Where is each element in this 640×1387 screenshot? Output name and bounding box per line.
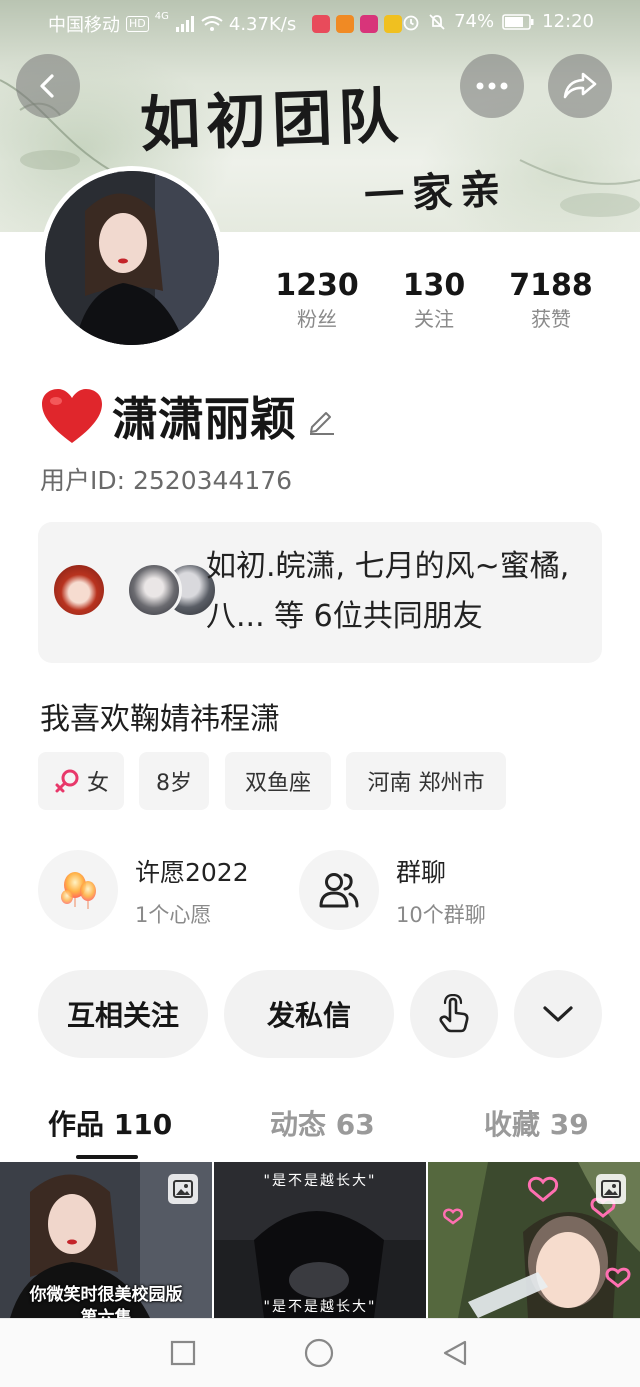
avatar[interactable] — [40, 166, 224, 350]
mutual-friends-text: 如初.皖潇, 七月的风~蜜橘, 八... 等 6位共同朋友 — [206, 549, 570, 634]
app-notification-icon — [360, 15, 379, 33]
followers-label: 粉丝 — [297, 307, 337, 331]
wifi-icon — [201, 16, 223, 31]
group-chat-entry-subtitle: 10个群聊 — [396, 903, 486, 927]
app-notification-icon — [336, 15, 355, 33]
network-speed: 4.37K/s — [228, 13, 297, 35]
female-icon — [55, 769, 79, 793]
grid-item[interactable]: 你微笑时很美校园版 第六集 — [0, 1162, 212, 1318]
tag-location-label: 河南 郑州市 — [367, 771, 485, 796]
mute-icon — [429, 13, 445, 30]
battery-percent: 74% — [454, 11, 495, 32]
group-chat-entry-icon[interactable] — [299, 850, 379, 930]
following-label: 关注 — [414, 307, 454, 331]
sky-lantern-icon — [61, 872, 96, 909]
tab-active-indicator — [76, 1155, 138, 1159]
grid-item[interactable] — [428, 1162, 640, 1318]
mutual-friends-card[interactable]: 如初.皖潇, 七月的风~蜜橘, 八... 等 6位共同朋友 — [38, 522, 602, 663]
image-type-badge — [596, 1174, 626, 1204]
following-count: 130 — [402, 268, 466, 303]
hd-badge: HD — [126, 16, 149, 32]
grid-caption: 第六集 — [80, 1308, 132, 1318]
app-notification-icon — [312, 15, 331, 33]
signal-icon — [175, 16, 194, 32]
tag-age-label: 8岁 — [156, 771, 192, 796]
grid-caption: "是不是越长大" — [263, 1173, 377, 1189]
wish-entry-subtitle: 1个心愿 — [135, 903, 212, 927]
send-message-button[interactable]: 发私信 — [224, 970, 394, 1058]
network-label: 4G — [154, 11, 169, 22]
share-button[interactable] — [548, 54, 612, 118]
stat-following[interactable]: 130 关注 — [379, 268, 489, 334]
mutual-follow-label: 互相关注 — [66, 999, 179, 1032]
battery-icon — [502, 13, 534, 30]
tag-constellation-label: 双鱼座 — [244, 771, 311, 796]
profile-name: 潇潇丽颖 — [112, 392, 296, 446]
tab-favorites[interactable]: 收藏 39 — [484, 1103, 589, 1143]
tab-moments[interactable]: 动态 63 — [270, 1103, 375, 1143]
grid-caption: "是不是越长大" — [263, 1299, 377, 1315]
more-dots-icon — [476, 82, 508, 90]
profile-bio: 我喜欢鞠婧祎程潇 — [40, 702, 280, 737]
tap-finger-icon — [439, 994, 469, 1033]
followers-count: 1230 — [275, 268, 359, 303]
friend-avatar — [51, 562, 107, 618]
poke-button[interactable] — [410, 970, 498, 1058]
home-icon[interactable] — [304, 1338, 334, 1368]
avatar-image — [45, 171, 219, 345]
send-message-label: 发私信 — [266, 999, 351, 1032]
back-triangle-icon[interactable] — [441, 1339, 469, 1367]
banner-title: 如初团队 — [139, 81, 406, 161]
chevron-down-icon — [543, 1006, 573, 1022]
image-icon — [173, 1180, 193, 1198]
tag-age: 8岁 — [139, 752, 209, 810]
group-chat-entry-title[interactable]: 群聊 — [396, 853, 446, 889]
tag-location: 河南 郑州市 — [346, 752, 506, 810]
recent-apps-icon[interactable] — [170, 1340, 196, 1366]
profile-name-row: 潇潇丽颖 — [40, 383, 336, 449]
image-type-badge — [168, 1174, 198, 1204]
tab-works[interactable]: 作品 110 — [48, 1103, 172, 1143]
friend-avatar — [126, 562, 182, 618]
status-bar: 中国移动 HD 4G 4.37K/s 74% 12:20 — [0, 0, 640, 44]
stat-followers[interactable]: 1230 粉丝 — [262, 268, 372, 334]
group-users-icon — [319, 873, 359, 908]
grid-caption: 你微笑时很美校园版 — [29, 1285, 183, 1305]
likes-label: 获赞 — [531, 307, 571, 331]
system-nav-bar — [0, 1318, 640, 1387]
back-button[interactable] — [16, 54, 80, 118]
user-id: 用户ID: 2520344176 — [40, 466, 293, 495]
alarm-icon — [403, 15, 419, 30]
tag-constellation: 双鱼座 — [225, 752, 331, 810]
more-button[interactable] — [460, 54, 524, 118]
mutual-follow-button[interactable]: 互相关注 — [38, 970, 208, 1058]
image-icon — [601, 1180, 621, 1198]
likes-count: 7188 — [509, 268, 593, 303]
wish-entry-icon[interactable] — [38, 850, 118, 930]
carrier-label: 中国移动 — [48, 15, 120, 36]
wish-entry-title[interactable]: 许愿2022 — [135, 853, 249, 889]
tag-gender-label: 女 — [86, 771, 109, 796]
heart-icon — [42, 389, 102, 443]
tag-gender: 女 — [38, 752, 124, 810]
banner-subtitle: 一家亲 — [363, 165, 510, 220]
stat-likes[interactable]: 7188 获赞 — [496, 268, 606, 334]
grid-item[interactable]: "是不是越长大" "是不是越长大" — [214, 1162, 426, 1318]
clock-time: 12:20 — [542, 11, 594, 32]
chevron-left-icon — [40, 74, 54, 98]
expand-button[interactable] — [514, 970, 602, 1058]
app-notification-icon — [384, 15, 403, 33]
share-arrow-icon — [563, 72, 597, 99]
edit-pencil-icon[interactable] — [306, 405, 336, 435]
